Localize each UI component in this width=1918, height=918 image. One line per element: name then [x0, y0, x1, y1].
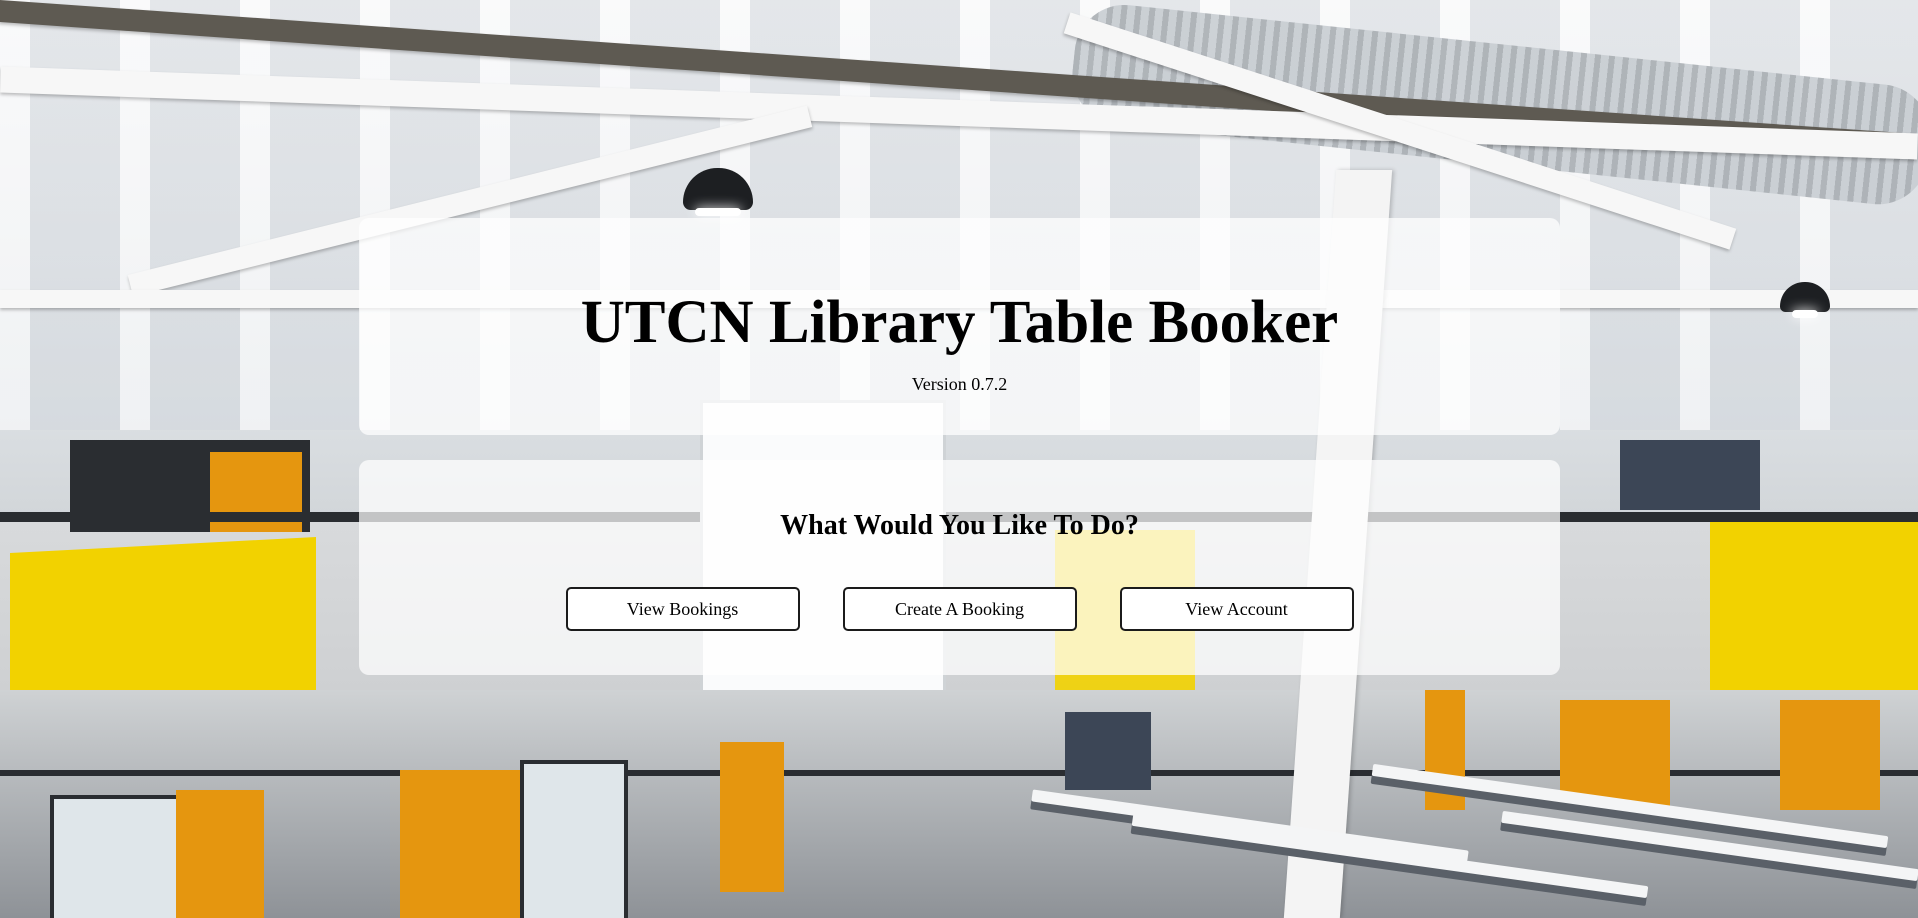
page-title: UTCN Library Table Booker — [580, 289, 1339, 356]
view-account-button[interactable]: View Account — [1119, 587, 1354, 631]
background-image — [0, 0, 1918, 918]
orange-door — [1780, 700, 1880, 810]
version-label: Version 0.7.2 — [911, 374, 1008, 394]
orange-door — [1425, 690, 1465, 810]
notice-board — [1065, 712, 1151, 790]
yellow-panel — [1710, 522, 1918, 712]
lower-window — [520, 760, 628, 918]
actions-panel: What Would You Like To Do? View Bookings… — [359, 460, 1560, 675]
orange-door — [176, 790, 264, 918]
orange-door — [720, 742, 784, 892]
notice-board — [1620, 440, 1760, 510]
view-bookings-button[interactable]: View Bookings — [565, 587, 800, 631]
action-buttons: View Bookings Create A Booking View Acco… — [359, 587, 1560, 631]
create-booking-button[interactable]: Create A Booking — [842, 587, 1077, 631]
lower-window — [50, 795, 188, 918]
orange-door — [400, 770, 520, 918]
action-prompt: What Would You Like To Do? — [780, 510, 1139, 541]
header-panel: UTCN Library Table Booker Version 0.7.2 — [359, 218, 1560, 435]
